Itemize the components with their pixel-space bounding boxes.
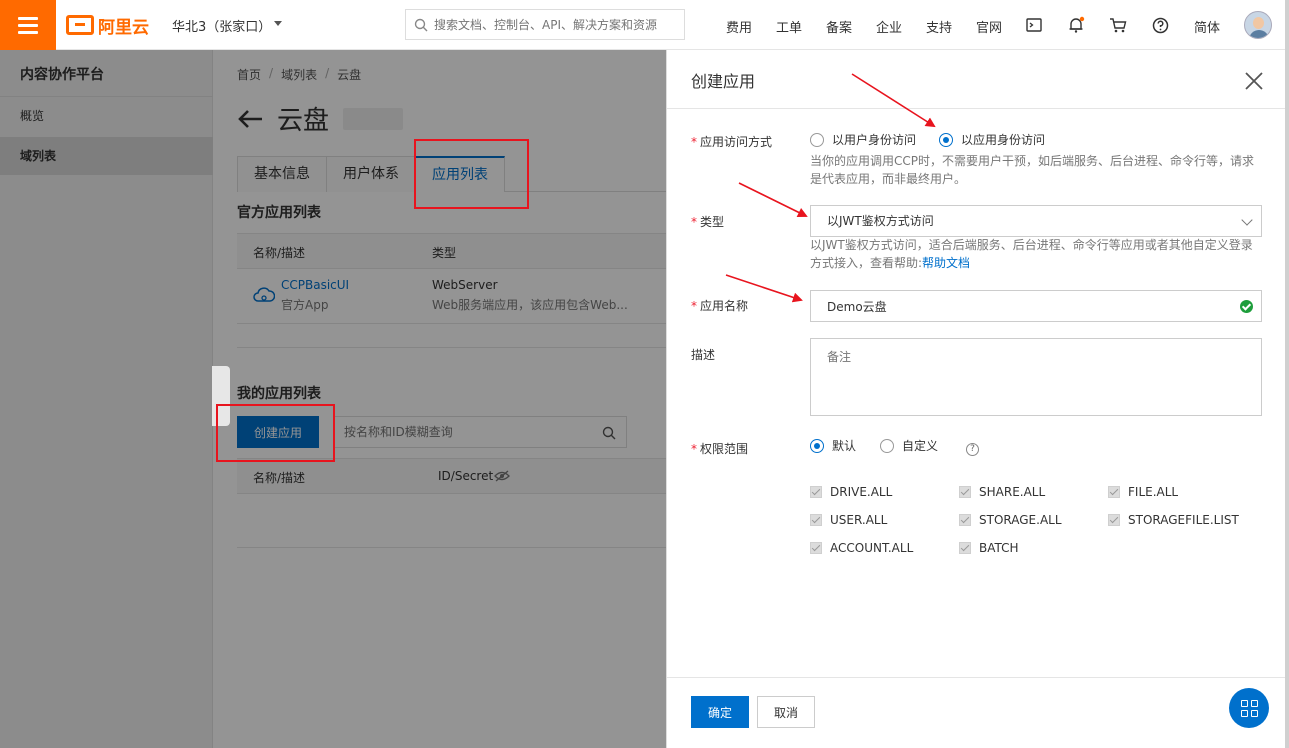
radio-label: 以应用身份访问: [961, 133, 1046, 147]
type-help-text: 以JWT鉴权方式访问，适合后端服务、后台进程、命令行等应用或者其他自定义登录方式…: [810, 238, 1253, 270]
checkbox-disabled-icon: [959, 542, 971, 554]
question-icon[interactable]: ?: [966, 443, 979, 456]
window-edge: [1285, 0, 1289, 748]
description-textarea[interactable]: [827, 348, 1245, 406]
type-label-text: 类型: [700, 215, 725, 229]
checkbox-disabled-icon: [959, 486, 971, 498]
radio-circle-selected[interactable]: [810, 438, 824, 453]
access-mode-label-text: 应用访问方式: [700, 135, 773, 149]
checkbox-disabled-icon: [810, 486, 822, 498]
cart-icon[interactable]: [1109, 16, 1127, 34]
radio-circle-selected[interactable]: [939, 132, 953, 147]
radio-scope-custom[interactable]: 自定义: [880, 437, 938, 454]
checkbox-disabled-icon: [810, 542, 822, 554]
radio-label: 自定义: [902, 439, 939, 453]
highlight-box-create-button: [216, 404, 335, 462]
permission-label: BATCH: [979, 541, 1019, 555]
description-label: 描述: [691, 348, 716, 362]
nav-official-site[interactable]: 官网: [976, 17, 1002, 36]
radio-app-identity[interactable]: 以应用身份访问: [939, 131, 1045, 148]
logo-text: 阿里云: [98, 17, 149, 38]
region-selector[interactable]: 华北3（张家口）: [172, 16, 271, 35]
radio-circle[interactable]: [810, 132, 824, 147]
nav-tickets[interactable]: 工单: [776, 17, 802, 36]
help-icon[interactable]: [1151, 16, 1169, 34]
scope-label-text: 权限范围: [700, 442, 749, 456]
valid-check-icon: [1240, 300, 1253, 313]
access-mode-label: * 应用访问方式: [691, 135, 773, 149]
cancel-button[interactable]: 取消: [757, 696, 815, 728]
permission-item: BATCH: [959, 541, 1019, 555]
permission-label: FILE.ALL: [1128, 485, 1179, 499]
nav-billing[interactable]: 费用: [726, 17, 752, 36]
app-name-label-text: 应用名称: [700, 299, 749, 313]
global-search[interactable]: [405, 9, 685, 40]
type-help: 以JWT鉴权方式访问，适合后端服务、后台进程、命令行等应用或者其他自定义登录方式…: [810, 236, 1260, 272]
permission-label: DRIVE.ALL: [830, 485, 893, 499]
checkbox-disabled-icon: [1108, 486, 1120, 498]
logo-mark-icon: [66, 15, 94, 35]
permission-label: STORAGE.ALL: [979, 513, 1062, 527]
grid-cell-icon: [1240, 699, 1248, 707]
scope-label: * 权限范围: [691, 442, 749, 456]
menu-icon[interactable]: [0, 0, 56, 50]
grid-cell-icon: [1250, 699, 1258, 707]
checkbox-disabled-icon: [1108, 514, 1120, 526]
checkbox-disabled-icon: [959, 514, 971, 526]
app-name-label: * 应用名称: [691, 299, 749, 313]
caret-down-icon[interactable]: [274, 21, 282, 26]
search-icon: [414, 18, 428, 31]
close-icon[interactable]: [1245, 72, 1263, 90]
bell-icon[interactable]: [1067, 16, 1085, 34]
radio-circle[interactable]: [880, 438, 894, 453]
type-select-value: 以JWT鉴权方式访问: [827, 214, 934, 228]
permission-label: USER.ALL: [830, 513, 888, 527]
app-name-field[interactable]: [810, 290, 1262, 322]
radio-scope-default[interactable]: 默认: [810, 437, 856, 454]
grid-cell-icon: [1240, 709, 1248, 717]
confirm-button[interactable]: 确定: [691, 696, 749, 728]
permission-item: SHARE.ALL: [959, 485, 1045, 499]
grid-cell-icon: [1250, 709, 1258, 717]
access-mode-help: 当你的应用调用CCP时，不需要用户干预，如后端服务、后台进程、命令行等，请求是代…: [810, 154, 1254, 186]
aliyun-logo[interactable]: 阿里云: [66, 14, 149, 38]
nav-support[interactable]: 支持: [926, 17, 952, 36]
app-name-input[interactable]: [827, 299, 1227, 313]
permission-item: FILE.ALL: [1108, 485, 1178, 499]
description-field[interactable]: [810, 338, 1262, 416]
permission-item: STORAGE.ALL: [959, 513, 1062, 527]
drawer-footer-divider: [667, 677, 1286, 678]
terminal-icon[interactable]: [1025, 16, 1043, 34]
help-doc-link[interactable]: 帮助文档: [922, 256, 970, 270]
type-label: * 类型: [691, 215, 725, 229]
permission-label: STORAGEFILE.LIST: [1128, 513, 1239, 527]
radio-user-identity[interactable]: 以用户身份访问: [810, 131, 916, 148]
nav-enterprise[interactable]: 企业: [876, 17, 902, 36]
permission-label: ACCOUNT.ALL: [830, 541, 914, 555]
permission-item: USER.ALL: [810, 513, 887, 527]
user-avatar[interactable]: [1244, 11, 1272, 39]
create-app-drawer: 创建应用 * 应用访问方式 以用户身份访问 以应用身份访问 当你的应用调用CCP时…: [666, 50, 1286, 748]
permission-label: SHARE.ALL: [979, 485, 1046, 499]
top-navbar: 阿里云 华北3（张家口） 费用 工单 备案 企业 支持 官网 简体: [0, 0, 1289, 50]
language-switch[interactable]: 简体: [1194, 17, 1220, 36]
apps-grid-fab[interactable]: [1229, 688, 1269, 728]
drawer-header-divider: [667, 108, 1286, 109]
checkbox-disabled-icon: [810, 514, 822, 526]
search-input[interactable]: [434, 17, 674, 32]
drawer-title: 创建应用: [691, 72, 756, 91]
radio-label: 默认: [832, 439, 857, 453]
permission-item: STORAGEFILE.LIST: [1108, 513, 1239, 527]
highlight-box-app-list-tab: [414, 139, 529, 209]
permission-item: DRIVE.ALL: [810, 485, 892, 499]
chevron-down-icon: [1241, 214, 1253, 226]
modal-backdrop[interactable]: [0, 50, 666, 748]
radio-label: 以用户身份访问: [832, 133, 917, 147]
permission-item: ACCOUNT.ALL: [810, 541, 913, 555]
type-select[interactable]: 以JWT鉴权方式访问: [810, 205, 1262, 237]
nav-icp[interactable]: 备案: [826, 17, 852, 36]
